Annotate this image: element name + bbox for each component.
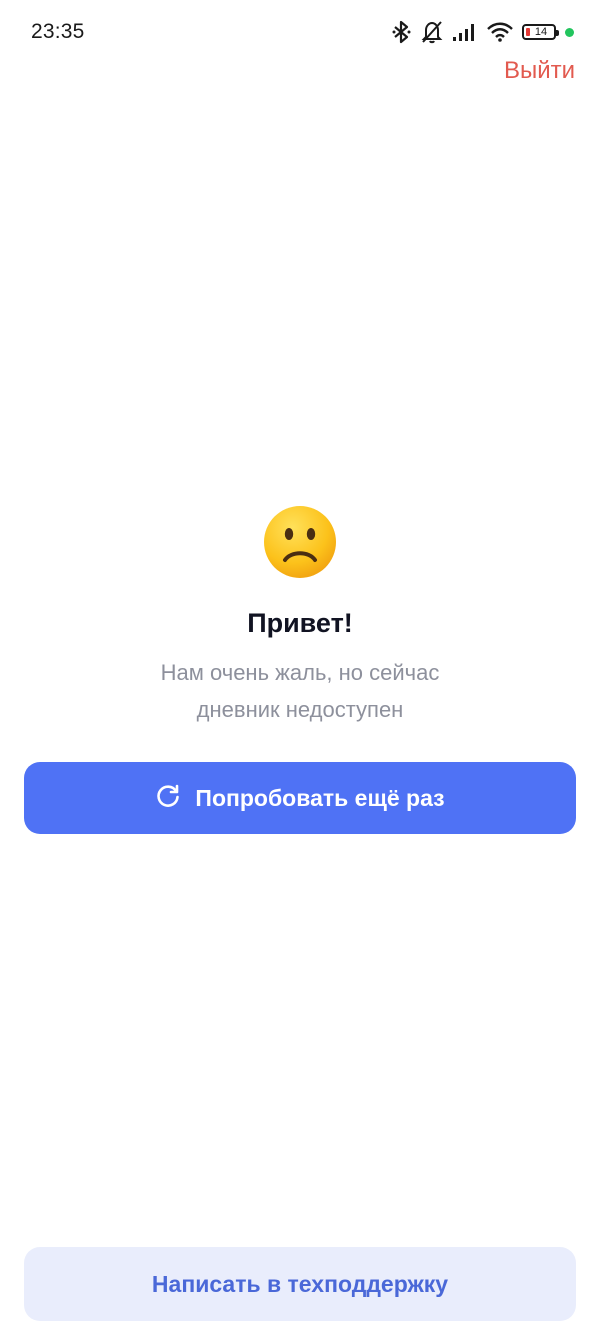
refresh-icon	[155, 783, 181, 814]
privacy-indicator-dot	[565, 27, 574, 37]
wifi-icon	[487, 22, 513, 42]
page-title: Привет!	[247, 608, 353, 638]
error-message-line-1: Нам очень жаль, но сейчас	[160, 660, 440, 685]
error-message-line-2: дневник недоступен	[196, 697, 404, 722]
status-time: 23:35	[31, 20, 85, 43]
signal-icon	[452, 22, 478, 42]
slightly-frowning-face-icon	[263, 505, 337, 579]
support-button[interactable]: Написать в техподдержку	[24, 1247, 576, 1321]
error-screen: 23:35 14 Выйти Привет! Нам очень жаль, н…	[0, 0, 600, 1332]
status-bar: 23:35 14	[0, 0, 600, 64]
retry-button-label: Попробовать ещё раз	[195, 784, 445, 811]
bluetooth-icon	[392, 20, 412, 44]
battery-icon: 14	[522, 24, 559, 40]
status-icons: 14	[392, 19, 574, 45]
battery-level	[526, 28, 530, 36]
bell-off-icon	[421, 20, 443, 44]
battery-percent: 14	[534, 26, 548, 38]
logout-button[interactable]: Выйти	[504, 57, 575, 85]
retry-button[interactable]: Попробовать ещё раз	[24, 762, 576, 834]
error-message: Нам очень жаль, но сейчас дневник недост…	[100, 654, 500, 728]
support-button-label: Написать в техподдержку	[151, 1270, 449, 1297]
